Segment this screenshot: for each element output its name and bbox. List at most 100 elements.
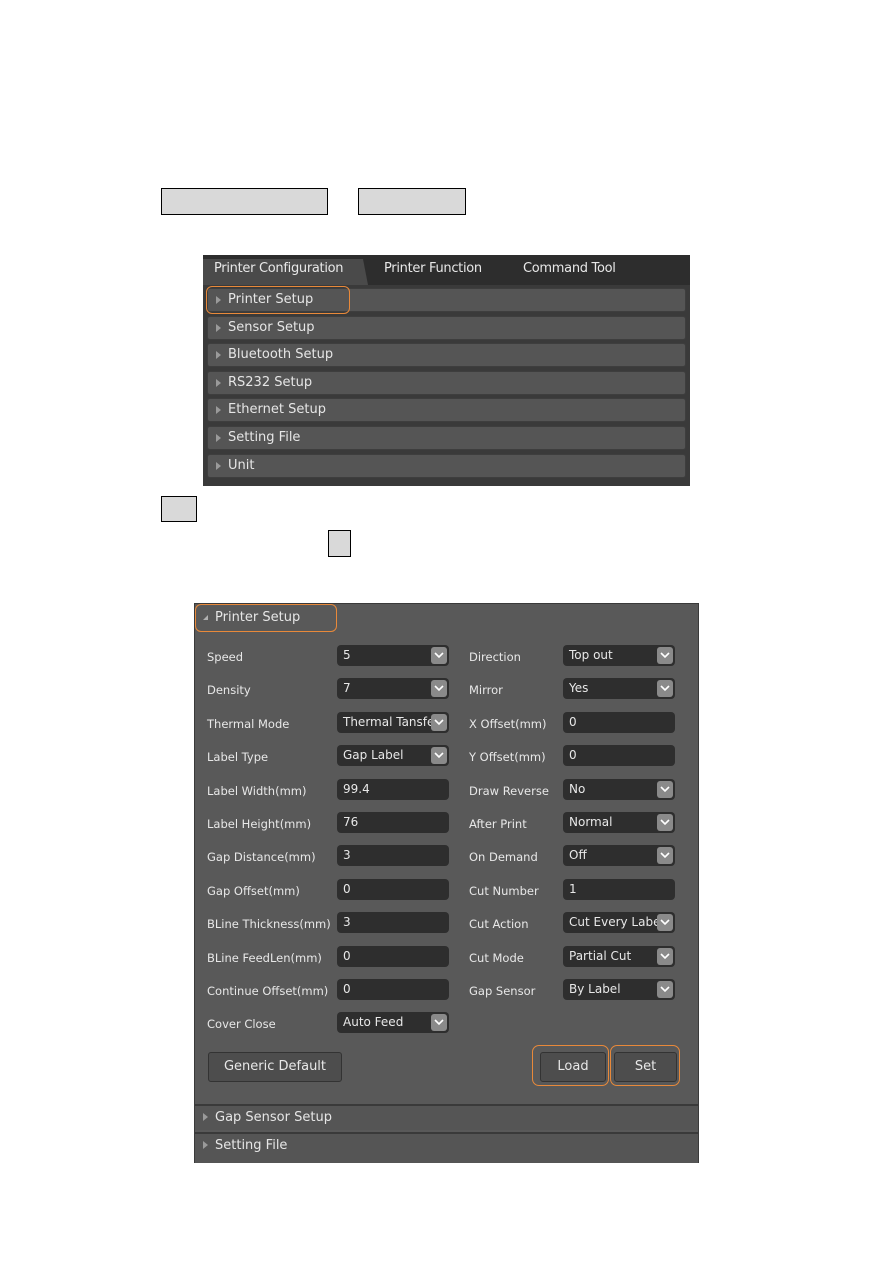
continue-offset-input[interactable]: 0 — [337, 979, 449, 1000]
accordion-bluetooth-setup[interactable]: Bluetooth Setup — [207, 343, 686, 368]
x-offset-input[interactable]: 0 — [563, 711, 675, 733]
field-value: Yes — [569, 681, 589, 696]
chevron-down-icon[interactable] — [431, 713, 447, 731]
label-type-select[interactable]: Gap Label — [337, 745, 449, 767]
field-value: 0 — [569, 748, 577, 763]
field-value: Top out — [569, 648, 613, 662]
field-value: Cut Every Labe — [569, 915, 661, 930]
cover-close-select[interactable]: Auto Feed — [337, 1012, 449, 1034]
bline-thickness-label: BLine Thickness(mm) — [207, 917, 331, 932]
chevron-down-icon[interactable] — [431, 1014, 447, 1032]
after-print-select[interactable]: Normal — [563, 812, 675, 833]
bline-feedlen-input[interactable]: 0 — [337, 945, 449, 967]
accordion-label: Setting File — [228, 429, 301, 445]
accordion-label: Printer Setup — [228, 292, 314, 307]
chevron-down-icon[interactable] — [657, 647, 673, 664]
mirror-label: Mirror — [469, 683, 503, 698]
continue-offset-label: Continue Offset(mm) — [207, 984, 329, 998]
speed-select[interactable]: 5 — [337, 645, 449, 666]
label-width-input[interactable]: 99.4 — [337, 778, 449, 800]
draw-reverse-label: Draw Reverse — [469, 783, 549, 798]
x-offset-label: X Offset(mm) — [469, 716, 547, 731]
field-value: 1 — [569, 881, 577, 896]
cut-number-input[interactable]: 1 — [563, 878, 675, 900]
menu-path-box-2 — [358, 188, 466, 215]
gap-sensor-select[interactable]: By Label — [563, 979, 675, 1000]
density-select[interactable]: 7 — [337, 678, 449, 700]
chevron-down-icon[interactable] — [431, 747, 447, 765]
tab-printer-configuration[interactable]: Printer Configuration — [214, 261, 344, 276]
accordion-gap-sensor-setup[interactable]: Gap Sensor Setup — [195, 1104, 698, 1130]
expand-arrow-icon — [216, 461, 221, 470]
accordion-ethernet-setup[interactable]: Ethernet Setup — [207, 398, 686, 423]
chevron-down-icon[interactable] — [657, 981, 673, 998]
printer-setup-panel: Printer Setup Generic Default Load Set G… — [194, 603, 699, 1163]
chevron-down-icon[interactable] — [657, 947, 673, 965]
field-value: Off — [569, 848, 587, 863]
draw-reverse-select[interactable]: No — [563, 778, 675, 800]
field-value: Partial Cut — [569, 948, 632, 963]
label-height-input[interactable]: 76 — [337, 812, 449, 833]
field-value: 99.4 — [343, 781, 370, 796]
expand-arrow-icon — [216, 323, 221, 332]
collapse-arrow-icon — [203, 615, 208, 620]
accordion-rs232-setup[interactable]: RS232 Setup — [207, 370, 686, 395]
expand-arrow-icon — [203, 1141, 208, 1149]
y-offset-input[interactable]: 0 — [563, 745, 675, 767]
chevron-down-icon[interactable] — [431, 680, 447, 698]
on-demand-select[interactable]: Off — [563, 845, 675, 867]
field-value: Auto Feed — [343, 1015, 404, 1030]
after-print-label: After Print — [469, 817, 527, 831]
field-value: 5 — [343, 648, 351, 662]
accordion-sensor-setup[interactable]: Sensor Setup — [207, 315, 686, 340]
accordion-setting-file[interactable]: Setting File — [195, 1132, 698, 1163]
field-value: Gap Label — [343, 748, 404, 763]
chevron-down-icon[interactable] — [657, 914, 673, 932]
mirror-select[interactable]: Yes — [563, 678, 675, 700]
expand-arrow-icon — [216, 351, 221, 360]
gap-sensor-label: Gap Sensor — [469, 984, 536, 998]
chevron-down-icon[interactable] — [657, 680, 673, 698]
load-button[interactable]: Load — [540, 1052, 606, 1082]
gap-offset-label: Gap Offset(mm) — [207, 883, 300, 898]
chevron-down-icon[interactable] — [657, 814, 673, 831]
gap-distance-label: Gap Distance(mm) — [207, 850, 316, 865]
accordion-list: Printer Setup Sensor Setup Bluetooth Set… — [207, 288, 686, 481]
accordion-setting-file[interactable]: Setting File — [207, 425, 686, 450]
tab-command-tool[interactable]: Command Tool — [523, 261, 616, 276]
label-height-label: Label Height(mm) — [207, 817, 312, 831]
on-demand-label: On Demand — [469, 850, 538, 865]
accordion-unit[interactable]: Unit — [207, 453, 686, 478]
chevron-down-icon[interactable] — [431, 647, 447, 664]
expand-arrow-icon — [216, 378, 221, 387]
tab-printer-function[interactable]: Printer Function — [384, 261, 482, 276]
accordion-label: Bluetooth Setup — [228, 347, 334, 363]
accordion-label: Ethernet Setup — [228, 402, 326, 418]
generic-default-button[interactable]: Generic Default — [208, 1052, 342, 1082]
field-value: No — [569, 781, 586, 796]
bline-thickness-input[interactable]: 3 — [337, 912, 449, 934]
chevron-down-icon[interactable] — [657, 780, 673, 798]
step-box-2 — [328, 530, 351, 557]
cut-mode-select[interactable]: Partial Cut — [563, 945, 675, 967]
printer-setup-header[interactable]: Printer Setup — [195, 604, 698, 632]
field-value: Thermal Tansfe — [343, 714, 435, 729]
set-button[interactable]: Set — [614, 1052, 677, 1082]
cut-action-label: Cut Action — [469, 917, 529, 932]
gap-distance-input[interactable]: 3 — [337, 845, 449, 867]
gap-offset-input[interactable]: 0 — [337, 878, 449, 900]
thermal-mode-select[interactable]: Thermal Tansfe — [337, 711, 449, 733]
printer-configuration-panel: Printer Configuration Printer Function C… — [203, 255, 690, 486]
accordion-label: Sensor Setup — [228, 319, 315, 335]
accordion-printer-setup[interactable]: Printer Setup — [207, 288, 686, 312]
speed-label: Speed — [207, 650, 244, 664]
menu-path-box-1 — [161, 188, 328, 215]
direction-select[interactable]: Top out — [563, 645, 675, 666]
chevron-down-icon[interactable] — [657, 847, 673, 865]
accordion-label: Unit — [228, 457, 255, 473]
accordion-label: Gap Sensor Setup — [215, 1110, 332, 1125]
cut-action-select[interactable]: Cut Every Labe — [563, 912, 675, 934]
bline-feedlen-label: BLine FeedLen(mm) — [207, 950, 322, 965]
density-label: Density — [207, 683, 251, 698]
field-value: 3 — [343, 915, 351, 930]
